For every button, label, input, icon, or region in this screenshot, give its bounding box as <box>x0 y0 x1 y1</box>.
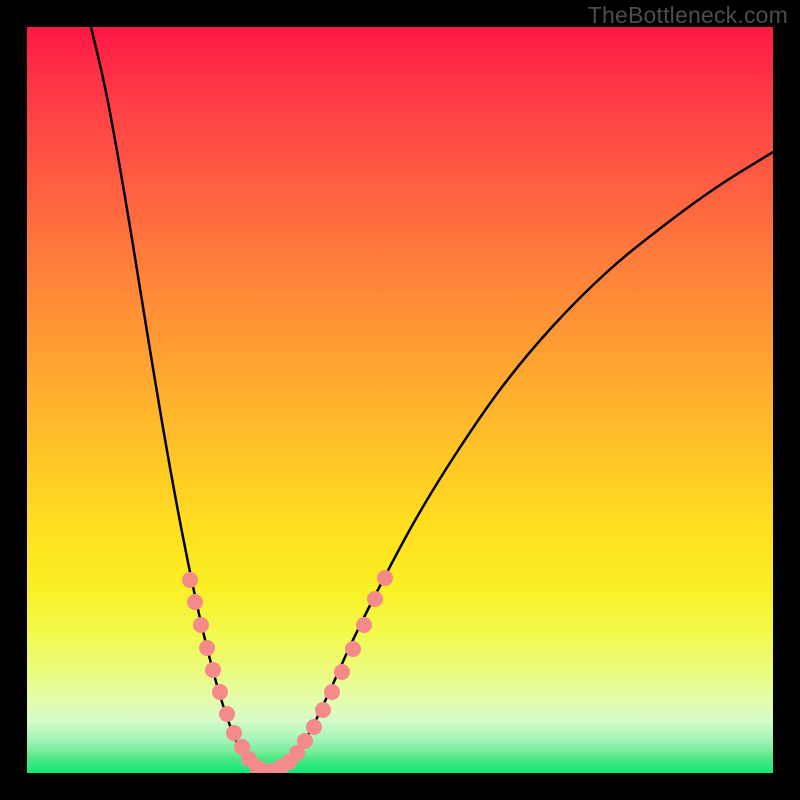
data-point <box>193 617 209 633</box>
data-point <box>377 570 393 586</box>
data-point <box>315 702 331 718</box>
data-point <box>297 733 313 749</box>
data-point <box>324 684 340 700</box>
data-point <box>187 594 203 610</box>
data-point <box>367 591 383 607</box>
data-point <box>182 572 198 588</box>
data-point <box>205 662 221 678</box>
plot-area <box>27 27 773 773</box>
data-point <box>212 684 228 700</box>
data-point <box>356 617 372 633</box>
data-point <box>199 640 215 656</box>
data-point <box>345 641 361 657</box>
data-point <box>334 664 350 680</box>
chart-svg <box>27 27 773 773</box>
data-point <box>306 719 322 735</box>
chart-frame: TheBottleneck.com <box>0 0 800 800</box>
bottleneck-curve <box>91 27 773 771</box>
data-point <box>226 725 242 741</box>
data-point-markers <box>182 570 393 773</box>
data-point <box>219 706 235 722</box>
watermark-text: TheBottleneck.com <box>588 2 788 29</box>
